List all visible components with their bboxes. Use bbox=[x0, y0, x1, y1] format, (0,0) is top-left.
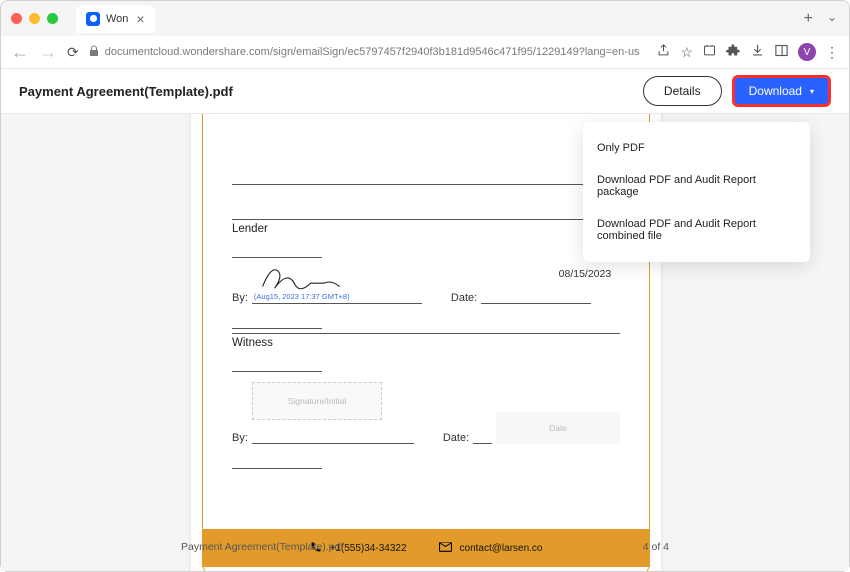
download-menu-item[interactable]: Only PDF bbox=[583, 132, 810, 164]
download-icon[interactable] bbox=[750, 43, 765, 61]
share-icon[interactable] bbox=[656, 43, 671, 61]
star-icon[interactable]: ☆ bbox=[680, 44, 693, 61]
download-button[interactable]: Download ▾ bbox=[732, 75, 831, 107]
kebab-menu-icon[interactable]: ⋮ bbox=[825, 44, 839, 61]
by-label: By: bbox=[232, 432, 248, 444]
document-content: Lender By: (Aug15, 2023 17:37 GMT+8) Dat… bbox=[232, 184, 620, 469]
underline bbox=[232, 371, 322, 372]
app-header: Payment Agreement(Template).pdf Details … bbox=[1, 69, 849, 114]
screenshot-icon[interactable] bbox=[702, 43, 717, 61]
underline bbox=[232, 257, 322, 258]
back-button[interactable]: ← bbox=[11, 42, 29, 63]
url-area[interactable]: documentcloud.wondershare.com/sign/email… bbox=[89, 45, 647, 60]
download-button-label: Download bbox=[749, 84, 802, 98]
titlebar-right: + ⌄ bbox=[804, 11, 837, 27]
date-field: 08/15/2023 bbox=[481, 290, 591, 304]
lender-label: Lender bbox=[232, 220, 620, 235]
minimize-window[interactable] bbox=[29, 13, 40, 24]
status-filename: Payment Agreement(Template).pdf bbox=[181, 541, 343, 553]
witness-label: Witness bbox=[232, 334, 620, 349]
tab-title: Won bbox=[106, 13, 128, 25]
lock-icon bbox=[89, 45, 99, 60]
forward-button[interactable]: → bbox=[39, 42, 57, 63]
close-tab-icon[interactable]: × bbox=[136, 11, 144, 27]
underline bbox=[232, 468, 322, 469]
underline bbox=[232, 328, 322, 329]
signature-field: (Aug15, 2023 17:37 GMT+8) bbox=[252, 266, 422, 304]
maximize-window[interactable] bbox=[47, 13, 58, 24]
nav-arrows: ← → bbox=[11, 42, 57, 63]
date-line-short bbox=[473, 430, 492, 444]
page-title: Payment Agreement(Template).pdf bbox=[19, 84, 233, 99]
download-menu-item[interactable]: Download PDF and Audit Report combined f… bbox=[583, 208, 810, 252]
signature-line bbox=[252, 430, 414, 444]
details-button[interactable]: Details bbox=[643, 76, 722, 106]
divider-line bbox=[232, 184, 620, 185]
signature-timestamp: (Aug15, 2023 17:37 GMT+8) bbox=[254, 292, 350, 301]
date-placeholder[interactable]: Date bbox=[496, 412, 620, 444]
window-controls bbox=[11, 13, 58, 24]
date-label: Date: bbox=[443, 432, 469, 444]
address-bar: ← → ⟳ documentcloud.wondershare.com/sign… bbox=[1, 36, 849, 69]
toolbar-icons: ☆ V ⋮ bbox=[656, 43, 839, 61]
browser-tab[interactable]: Won × bbox=[76, 5, 155, 33]
chevron-down-icon[interactable]: ⌄ bbox=[827, 11, 837, 27]
download-menu-item[interactable]: Download PDF and Audit Report package bbox=[583, 164, 810, 208]
header-actions: Details Download ▾ bbox=[643, 75, 831, 107]
chevron-down-icon: ▾ bbox=[810, 87, 814, 96]
new-tab-button[interactable]: + bbox=[804, 11, 813, 27]
date-label: Date: bbox=[451, 292, 477, 304]
signed-date: 08/15/2023 bbox=[559, 268, 612, 280]
titlebar: Won × + ⌄ bbox=[1, 1, 849, 36]
extensions-icon[interactable] bbox=[726, 43, 741, 61]
url-text: documentcloud.wondershare.com/sign/email… bbox=[105, 46, 640, 58]
signature-icon bbox=[254, 260, 374, 296]
page-indicator: 4 of 4 bbox=[643, 541, 669, 553]
panel-icon[interactable] bbox=[774, 43, 789, 61]
profile-avatar[interactable]: V bbox=[798, 43, 816, 61]
download-menu: Only PDF Download PDF and Audit Report p… bbox=[583, 122, 810, 262]
viewer-status-bar: Payment Agreement(Template).pdf 4 of 4 bbox=[181, 541, 669, 553]
favicon-icon bbox=[86, 12, 100, 26]
browser-window: Won × + ⌄ ← → ⟳ documentcloud.wondershar… bbox=[0, 0, 850, 572]
close-window[interactable] bbox=[11, 13, 22, 24]
by-label: By: bbox=[232, 292, 248, 304]
reload-button[interactable]: ⟳ bbox=[67, 44, 79, 61]
